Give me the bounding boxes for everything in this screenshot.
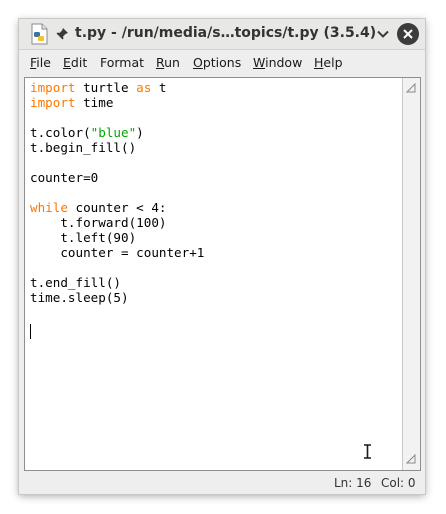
code-line[interactable]: t.begin_fill() xyxy=(30,140,400,155)
keyword-token: import xyxy=(30,95,76,110)
minimize-icon[interactable] xyxy=(375,26,391,42)
code-line[interactable] xyxy=(30,110,400,125)
menu-file[interactable]: File xyxy=(30,55,51,70)
status-line-number: Ln: 16 xyxy=(334,476,372,490)
string-token: "blue" xyxy=(90,125,137,140)
code-token: counter=0 xyxy=(30,170,99,185)
code-line[interactable]: t.color("blue") xyxy=(30,125,400,140)
code-text[interactable]: import turtle as t import time t.color("bl… xyxy=(30,80,400,305)
code-token: t.begin_fill() xyxy=(30,140,137,155)
menu-help[interactable]: Help xyxy=(314,55,343,70)
text-caret xyxy=(30,324,31,339)
code-token: t.forward(100) xyxy=(30,215,167,230)
code-editor[interactable]: import turtle as t import time t.color("bl… xyxy=(24,77,421,471)
code-line[interactable] xyxy=(30,155,400,170)
pin-icon[interactable] xyxy=(55,27,69,41)
status-column-number: Col: 0 xyxy=(381,476,416,490)
status-bar: Ln: 16 Col: 0 xyxy=(19,471,425,494)
code-token: t.end_fill() xyxy=(30,275,121,290)
ibeam-cursor-icon xyxy=(364,444,371,459)
code-line[interactable]: counter = counter+1 xyxy=(30,245,400,260)
code-token: time.sleep(5) xyxy=(30,290,129,305)
code-line[interactable]: counter=0 xyxy=(30,170,400,185)
idle-editor-window: t.py - /run/media/s…topics/t.py (3.5.4) … xyxy=(19,19,425,494)
menu-bar: File Edit Format Run Options Window Help xyxy=(19,50,425,76)
keyword-token: while xyxy=(30,200,68,215)
menu-format[interactable]: Format xyxy=(100,55,144,70)
code-line[interactable]: t.forward(100) xyxy=(30,215,400,230)
menu-window[interactable]: Window xyxy=(253,55,302,70)
code-line[interactable] xyxy=(30,260,400,275)
code-line[interactable]: while counter < 4: xyxy=(30,200,400,215)
code-token: counter = counter+1 xyxy=(30,245,205,260)
code-token: ) xyxy=(136,125,144,140)
code-token: time xyxy=(75,95,114,110)
scroll-up-icon[interactable] xyxy=(406,83,416,93)
window-title: t.py - /run/media/s…topics/t.py (3.5.4) xyxy=(75,25,377,41)
menu-run[interactable]: Run xyxy=(156,55,180,70)
code-token: counter < 4: xyxy=(67,200,167,215)
code-token: t.left(90) xyxy=(30,230,137,245)
menu-options[interactable]: Options xyxy=(193,55,241,70)
scroll-down-icon[interactable] xyxy=(406,454,416,464)
code-line[interactable]: import turtle as t xyxy=(30,80,400,95)
code-line[interactable]: t.end_fill() xyxy=(30,275,400,290)
code-token: turtle xyxy=(75,80,137,95)
close-button[interactable] xyxy=(397,23,419,45)
vertical-scrollbar[interactable] xyxy=(402,78,420,470)
code-line[interactable]: import time xyxy=(30,95,400,110)
close-icon xyxy=(403,29,413,39)
code-line[interactable]: time.sleep(5) xyxy=(30,290,400,305)
code-line[interactable] xyxy=(30,185,400,200)
code-token: t xyxy=(151,80,167,95)
keyword-token: as xyxy=(136,80,152,95)
code-line[interactable]: t.left(90) xyxy=(30,230,400,245)
menu-edit[interactable]: Edit xyxy=(63,55,87,70)
code-token: t.color( xyxy=(30,125,91,140)
keyword-token: import xyxy=(30,80,76,95)
title-bar[interactable]: t.py - /run/media/s…topics/t.py (3.5.4) xyxy=(19,19,425,50)
python-file-icon xyxy=(31,23,48,45)
